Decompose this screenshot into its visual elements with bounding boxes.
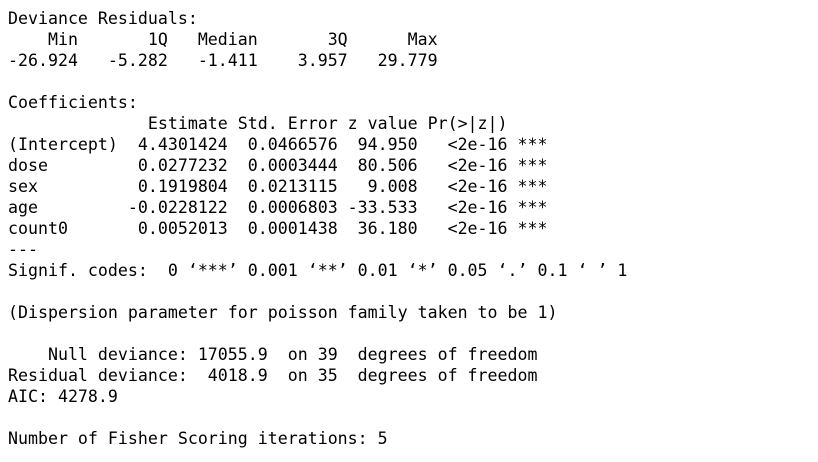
coef-row-age: age -0.0228122 0.0006803 -33.533 <2e-16 … (8, 198, 548, 217)
residual-deviance-line: Residual deviance: 4018.9 on 35 degrees … (8, 366, 538, 385)
aic-line: AIC: 4278.9 (8, 387, 118, 406)
separator-line: --- (8, 240, 38, 259)
coef-row-dose: dose 0.0277232 0.0003444 80.506 <2e-16 *… (8, 156, 548, 175)
coef-row-sex: sex 0.1919804 0.0213115 9.008 <2e-16 *** (8, 177, 548, 196)
coef-row-count0: count0 0.0052013 0.0001438 36.180 <2e-16… (8, 219, 548, 238)
deviance-residuals-heading: Deviance Residuals: (8, 9, 208, 28)
coef-row-intercept: (Intercept) 4.4301424 0.0466576 94.950 <… (8, 135, 548, 154)
signif-codes-line: Signif. codes: 0 ‘***’ 0.001 ‘**’ 0.01 ‘… (8, 261, 628, 280)
dispersion-line: (Dispersion parameter for poisson family… (8, 303, 558, 322)
residuals-header-row: Min 1Q Median 3Q Max (8, 30, 458, 49)
coefficients-heading: Coefficients: (8, 93, 138, 112)
r-console-output: Deviance Residuals: Min 1Q Median 3Q Max… (8, 8, 814, 449)
null-deviance-line: Null deviance: 17055.9 on 39 degrees of … (8, 345, 538, 364)
fisher-iterations-line: Number of Fisher Scoring iterations: 5 (8, 429, 388, 448)
residuals-values-row: -26.924 -5.282 -1.411 3.957 29.779 (8, 51, 458, 70)
coefficients-header-row: Estimate Std. Error z value Pr(>|z|) (8, 114, 548, 133)
